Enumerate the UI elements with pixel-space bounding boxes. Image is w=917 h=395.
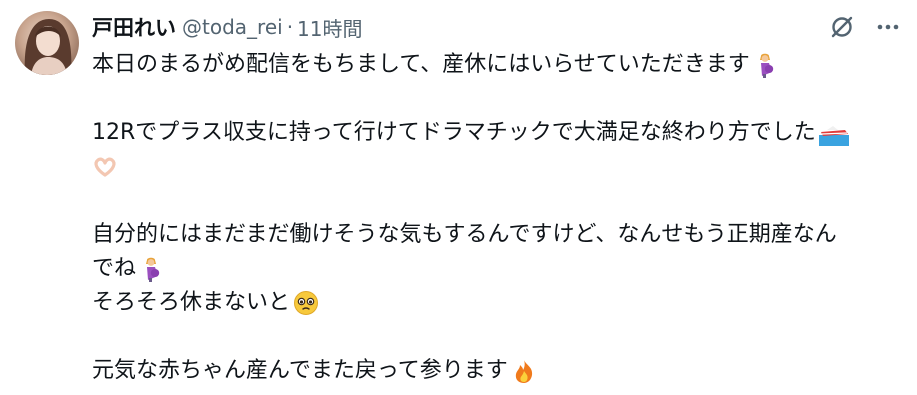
tweet-header: 戸田れい @toda_rei · 11時間	[92, 10, 363, 44]
user-handle[interactable]: @toda_rei	[182, 15, 283, 39]
tweet-line-6-text: そろそろ休まないと	[92, 290, 291, 315]
header-separator: ·	[286, 15, 294, 39]
pregnant-woman-emoji	[139, 256, 165, 282]
tweet-line-2-text: 12Rでプラス収支に持って行けてドラマチックで大満足な終わり方でした	[92, 120, 816, 145]
heart-hands-emoji	[92, 154, 118, 180]
tweet-line-4: 自分的にはまだまだ働けそうな気もするんですけど、なんせもう正期産なん	[92, 218, 902, 252]
holding-back-tears-emoji	[293, 290, 319, 316]
more-button[interactable]	[873, 12, 903, 42]
avatar[interactable]	[15, 11, 79, 75]
tweet-line-2: 12Rでプラス収支に持って行けてドラマチックで大満足な終わり方でした	[92, 116, 902, 150]
grok-icon	[831, 16, 853, 38]
tweet-line-1: 本日のまるがめ配信をもちまして、産休にはいらせていただきます	[92, 48, 902, 82]
timestamp[interactable]: 11時間	[297, 13, 362, 42]
tweet-line-1-text: 本日のまるがめ配信をもちまして、産休にはいらせていただきます	[92, 52, 750, 77]
more-icon	[877, 24, 899, 30]
tweet-line-6: そろそろ休まないと	[92, 286, 902, 320]
tweet-actions	[827, 12, 903, 42]
tweet-line-7: 元気な赤ちゃん産んでまた戻って参ります	[92, 354, 902, 388]
pregnant-woman-emoji	[753, 52, 779, 78]
tweet-line-7-text: 元気な赤ちゃん産んでまた戻って参ります	[92, 358, 508, 383]
display-name[interactable]: 戸田れい	[92, 12, 176, 42]
tweet-line-5: でね	[92, 252, 902, 286]
fire-emoji	[511, 358, 537, 384]
tweet-line-4-text: 自分的にはまだまだ働けそうな気もするんですけど、なんせもう正期産なん	[92, 222, 837, 247]
tweet-text: 本日のまるがめ配信をもちまして、産休にはいらせていただきます 12Rでプラス収支…	[92, 48, 902, 388]
tweet-line-3	[92, 150, 902, 184]
speedboat-emoji	[818, 120, 849, 146]
tweet-line-5-text: でね	[92, 256, 137, 281]
tweet[interactable]: 戸田れい @toda_rei · 11時間 本日のまるがめ配信をもちまして、産休…	[0, 0, 917, 395]
grok-button[interactable]	[827, 12, 857, 42]
